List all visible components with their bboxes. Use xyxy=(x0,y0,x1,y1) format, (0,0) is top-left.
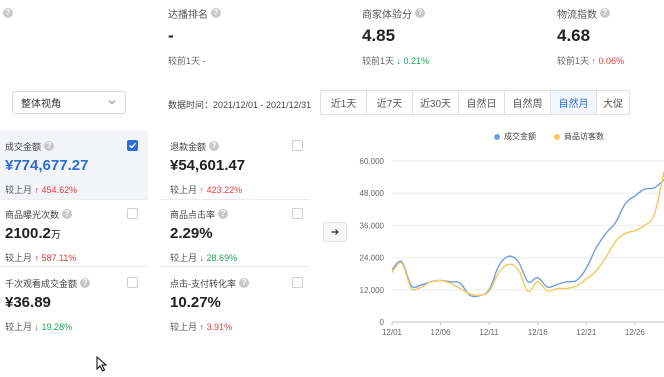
metric-checkbox-gmv[interactable] xyxy=(127,140,138,151)
tab-last-30-days[interactable]: 近30天 xyxy=(413,91,459,114)
divider xyxy=(0,266,148,267)
x-tick-label: 12/16 xyxy=(528,328,549,337)
top-stat-rank: 名? - xyxy=(0,6,13,64)
metric-card-ctr[interactable]: 商品点击率? 2.29% 较上月 ↓ 28.69% xyxy=(170,208,237,264)
metric-compare: 较上月 ↑ 423.22% xyxy=(170,185,243,195)
y-tick-label: 60,000 xyxy=(360,157,385,166)
divider xyxy=(160,266,310,267)
top-stat-compare: 较前1天 ↑ 0.06% xyxy=(557,56,625,66)
metric-label: 千次观看成交金额 xyxy=(5,278,78,289)
top-stat-compare: 较前1天 ↓ 0.21% xyxy=(362,56,430,66)
metric-value: 2100.2万 xyxy=(5,225,61,242)
tab-last-1-day[interactable]: 近1天 xyxy=(321,91,367,114)
tab-last-7-days[interactable]: 近7天 xyxy=(367,91,413,114)
x-tick-label: 12/21 xyxy=(576,328,597,337)
y-tick-label: 36,000 xyxy=(360,221,385,230)
top-stat-value: 4.68 xyxy=(557,26,591,45)
metric-card-gpm[interactable]: 千次观看成交金额? ¥36.89 较上月 ↓ 19.28% xyxy=(5,277,91,333)
metric-compare: 较上月 ↑ 587.11% xyxy=(5,253,77,263)
top-stat-merchant-score: 商家体验分? 4.85 较前1天 ↓ 0.21% xyxy=(362,6,429,67)
metric-checkbox-exposure[interactable] xyxy=(127,208,138,219)
metric-card-conversion[interactable]: 点击-支付转化率? 10.27% 较上月 ↑ 3.91% xyxy=(170,277,249,333)
metric-value: ¥774,677.27 xyxy=(5,157,89,174)
metric-compare: 较上月 ↓ 19.28% xyxy=(5,322,73,332)
metric-card-gmv[interactable]: 成交金额? ¥774,677.27 较上月 ↑ 454.62% xyxy=(5,140,88,196)
view-select-value: 整体视角 xyxy=(21,99,61,110)
period-tabs: 近1天 近7天 近30天 自然日 自然周 自然月 大促 xyxy=(320,90,630,115)
metric-card-refund[interactable]: 退款金额? ¥54,601.47 较上月 ↑ 423.22% xyxy=(170,140,245,196)
metric-compare: 较上月 ↓ 28.69% xyxy=(170,253,238,263)
metric-value: 2.29% xyxy=(170,225,213,242)
help-circle-icon[interactable]: ? xyxy=(80,278,91,288)
y-tick-label: 24,000 xyxy=(360,254,385,263)
metric-label: 商品点击率 xyxy=(170,209,216,220)
tab-natural-week[interactable]: 自然周 xyxy=(505,91,551,114)
legend-item-gmv[interactable]: 成交金额 xyxy=(494,131,536,142)
metric-compare: 较上月 ↑ 454.62% xyxy=(5,185,78,195)
check-icon xyxy=(129,142,137,149)
top-stat-logistics-index: 物流指数? 4.68 较前1天 ↑ 0.06% xyxy=(557,6,624,67)
x-tick-label: 12/26 xyxy=(625,328,646,337)
chevron-down-icon xyxy=(108,100,116,105)
metric-checkbox-conversion[interactable] xyxy=(292,277,303,288)
mouse-pointer-icon xyxy=(96,356,108,372)
metric-label: 成交金额 xyxy=(5,141,42,152)
divider xyxy=(0,199,148,200)
metric-value: ¥36.89 xyxy=(5,294,51,311)
top-stat-compare: 较前1天 - xyxy=(168,56,206,66)
divider xyxy=(160,199,310,200)
metric-checkbox-refund[interactable] xyxy=(292,140,303,151)
metric-compare: 较上月 ↑ 3.91% xyxy=(170,322,233,332)
help-circle-icon[interactable]: ? xyxy=(44,141,55,151)
y-tick-label: 12,000 xyxy=(360,286,385,295)
top-stat-value xyxy=(0,26,13,48)
x-tick-label: 12/06 xyxy=(431,328,452,337)
legend-dot xyxy=(494,133,500,140)
help-circle-icon[interactable]: ? xyxy=(415,8,425,18)
metric-label: 商品曝光次数 xyxy=(5,209,60,220)
view-select[interactable]: 整体视角 xyxy=(12,91,126,114)
help-circle-icon[interactable]: ? xyxy=(600,8,610,18)
top-stat-label: 商家体验分 xyxy=(362,9,412,21)
y-tick-label: 0 xyxy=(380,318,385,327)
line-chart: 0 12,000 24,000 36,000 48,000 60,000 12/01 12/0… xyxy=(360,157,664,337)
tab-natural-month[interactable]: 自然月 xyxy=(551,91,597,114)
legend-label: 成交金额 xyxy=(504,132,536,141)
legend-item-visitors[interactable]: 商品访客数 xyxy=(554,131,604,142)
metric-label: 退款金额 xyxy=(170,141,207,152)
top-stat-compare: - xyxy=(0,54,13,64)
series-line-1 xyxy=(391,171,664,297)
top-stat-label: 达播排名 xyxy=(168,9,208,21)
help-circle-icon[interactable]: ? xyxy=(239,278,249,288)
date-range-label: 数据时间：2021/12/01 - 2021/12/31 xyxy=(168,100,312,110)
metric-value: ¥54,601.47 xyxy=(170,157,246,174)
help-circle-icon[interactable]: ? xyxy=(209,141,220,151)
top-stat-value: - xyxy=(168,26,174,45)
series-line-0 xyxy=(391,179,664,298)
help-circle-icon[interactable]: ? xyxy=(211,8,221,18)
metric-label: 点击-支付转化率 xyxy=(170,278,236,289)
metric-checkbox-gpm[interactable] xyxy=(127,277,138,288)
top-stat-value: 4.85 xyxy=(362,26,396,45)
legend-dot xyxy=(554,133,560,140)
legend-label: 商品访客数 xyxy=(564,132,604,141)
y-tick-label: 48,000 xyxy=(360,189,385,198)
metric-value: 10.27% xyxy=(170,294,221,311)
help-circle-icon[interactable]: ? xyxy=(3,8,13,18)
metric-card-exposure[interactable]: 商品曝光次数? 2100.2万 较上月 ↑ 587.11% xyxy=(5,208,76,264)
help-circle-icon[interactable]: ? xyxy=(218,209,229,219)
x-tick-label: 12/11 xyxy=(479,328,499,337)
metric-checkbox-ctr[interactable] xyxy=(292,208,303,219)
help-circle-icon[interactable]: ? xyxy=(62,209,73,219)
top-stat-broadcast-rank: 达播排名? - 较前1天 - xyxy=(168,6,221,67)
tab-promotion[interactable]: 大促 xyxy=(597,91,629,114)
x-tick-label: 12/01 xyxy=(382,328,403,337)
arrow-right-icon xyxy=(331,229,339,235)
top-stat-label: 物流指数 xyxy=(557,9,597,21)
tab-natural-day[interactable]: 自然日 xyxy=(459,91,505,114)
